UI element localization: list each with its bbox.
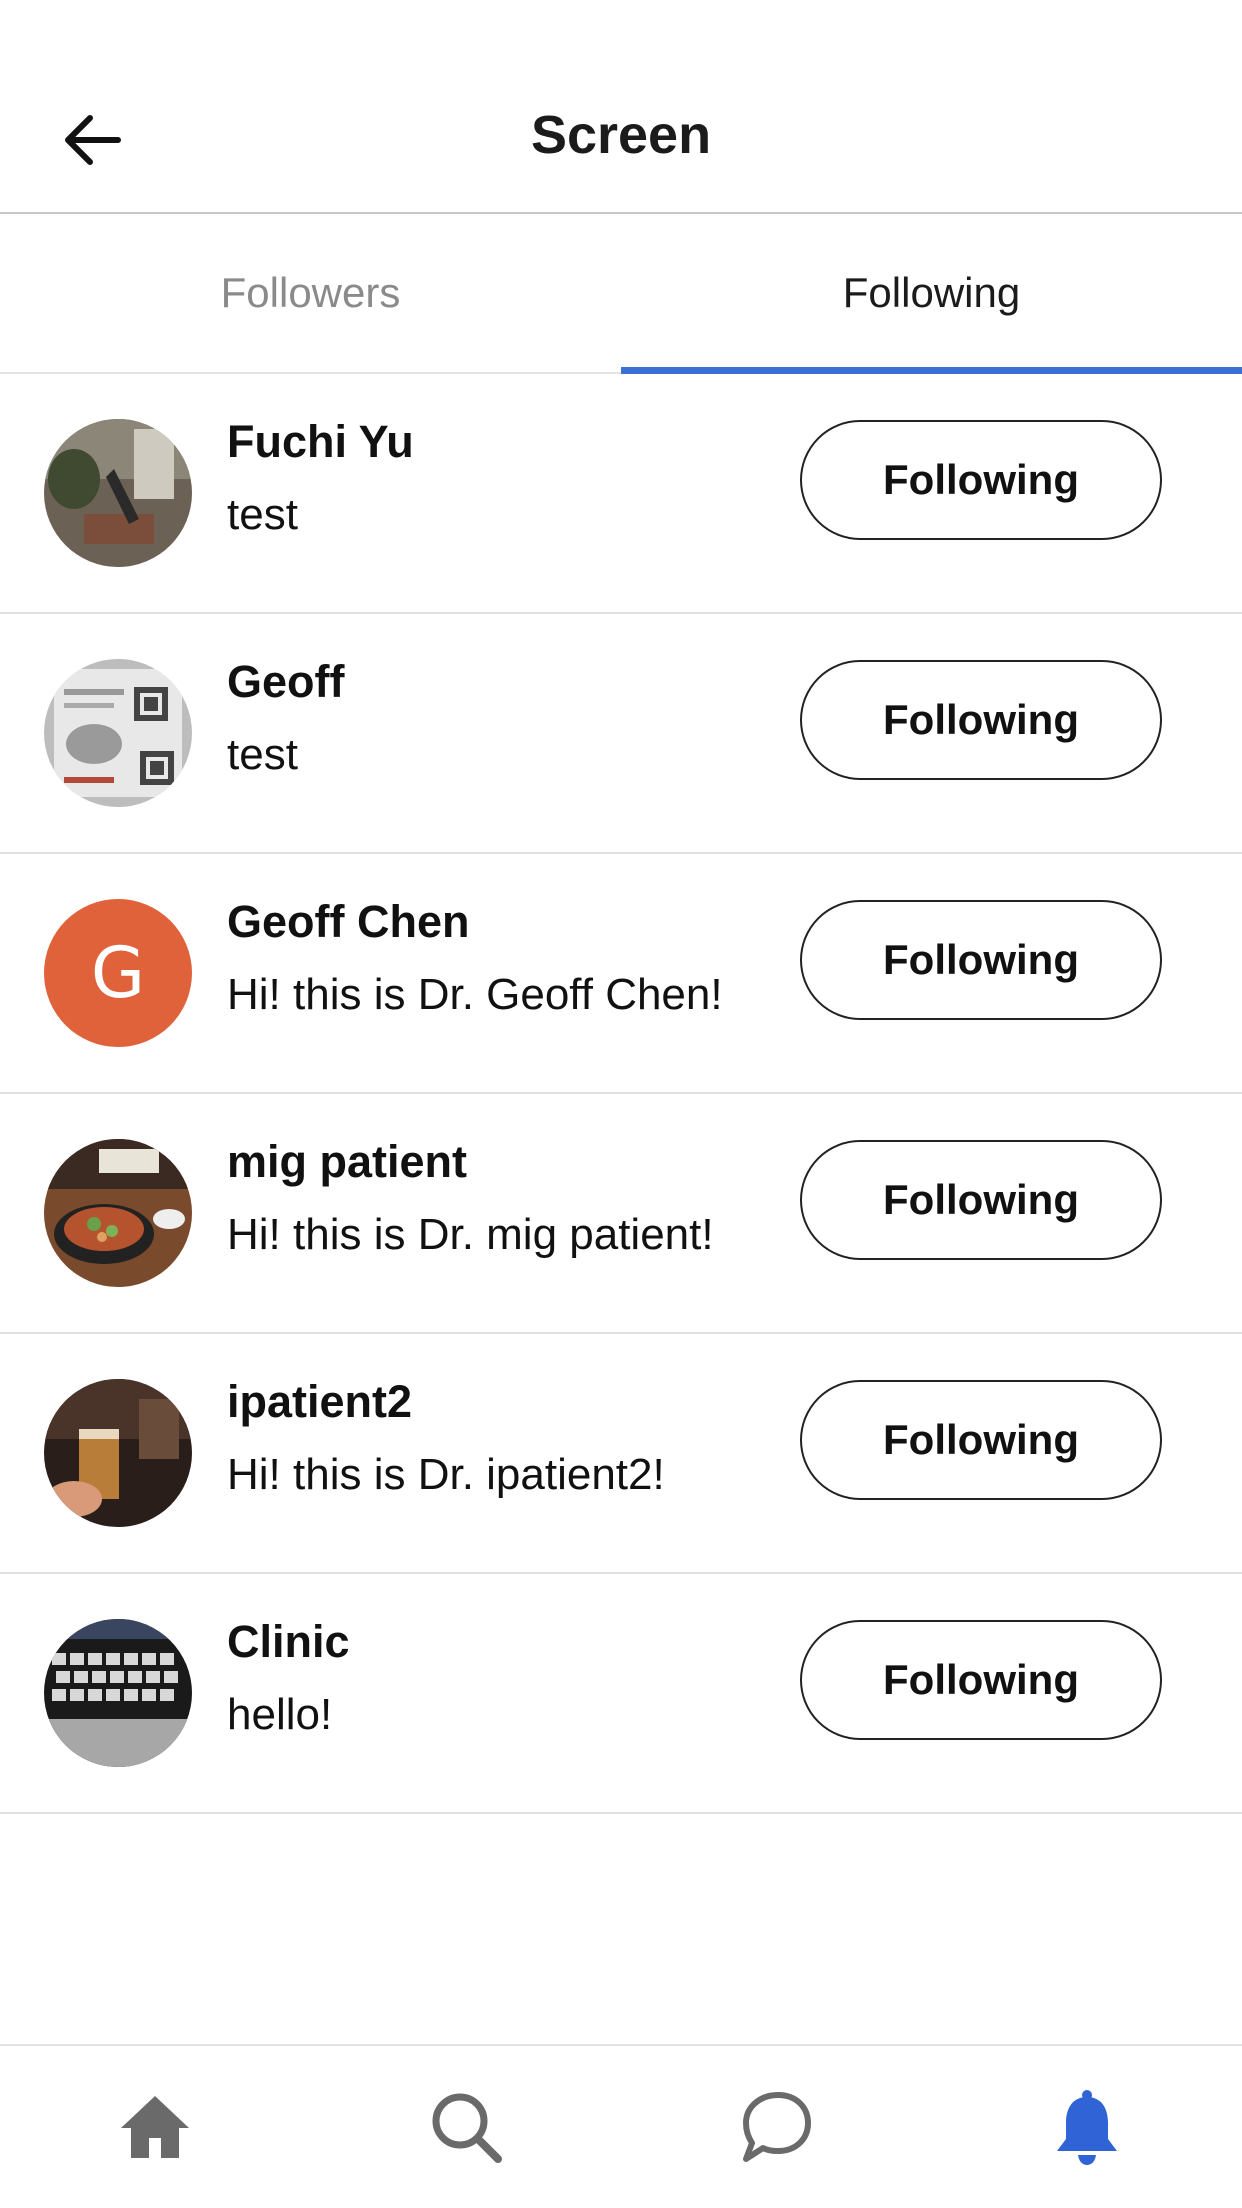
list-item[interactable]: Clinic hello! Following: [0, 1574, 1242, 1814]
user-bio: Hi! this is Dr. Geoff Chen!: [227, 970, 723, 1019]
home-icon: [121, 2096, 190, 2158]
avatar-letter: G: [44, 899, 192, 1047]
user-name: Geoff: [227, 656, 345, 707]
bell-icon: [1056, 2090, 1117, 2165]
list-item[interactable]: Geoff test Following: [0, 614, 1242, 854]
avatar[interactable]: [44, 1139, 192, 1287]
app-header: Screen: [0, 0, 1242, 214]
nav-search[interactable]: [311, 2046, 622, 2208]
user-bio: test: [227, 730, 298, 779]
chat-icon: [743, 2092, 812, 2162]
tab-followers[interactable]: Followers: [0, 214, 621, 372]
list-item[interactable]: G Geoff Chen Hi! this is Dr. Geoff Chen!…: [0, 854, 1242, 1094]
user-name: ipatient2: [227, 1376, 413, 1427]
active-tab-indicator: [621, 367, 1242, 374]
bottom-nav: [0, 2044, 1242, 2208]
following-button[interactable]: Following: [800, 1380, 1162, 1500]
following-button[interactable]: Following: [800, 660, 1162, 780]
nav-messages[interactable]: [621, 2046, 932, 2208]
page-title: Screen: [530, 105, 712, 165]
tab-following[interactable]: Following: [621, 214, 1242, 374]
avatar[interactable]: [44, 659, 192, 807]
list-item[interactable]: Fuchi Yu test Following: [0, 374, 1242, 614]
tab-bar: Followers Following: [0, 214, 1242, 374]
user-name: mig patient: [227, 1136, 468, 1187]
avatar[interactable]: [44, 419, 192, 567]
user-bio: Hi! this is Dr. mig patient!: [227, 1210, 714, 1259]
following-list: Fuchi Yu test Following Geoff test Follo…: [0, 374, 1242, 1814]
user-name: Fuchi Yu: [227, 416, 414, 467]
tab-label: Followers: [220, 269, 401, 316]
avatar[interactable]: G: [44, 899, 192, 1047]
nav-notifications[interactable]: [932, 2046, 1242, 2208]
following-button[interactable]: Following: [800, 420, 1162, 540]
avatar[interactable]: [44, 1379, 192, 1527]
user-bio: test: [227, 490, 298, 539]
list-item[interactable]: ipatient2 Hi! this is Dr. ipatient2! Fol…: [0, 1334, 1242, 1574]
user-name: Geoff Chen: [227, 896, 470, 947]
nav-home[interactable]: [0, 2046, 311, 2208]
following-button[interactable]: Following: [800, 1620, 1162, 1740]
list-item[interactable]: mig patient Hi! this is Dr. mig patient!…: [0, 1094, 1242, 1334]
search-icon: [432, 2093, 502, 2163]
avatar[interactable]: [44, 1619, 192, 1767]
tab-label: Following: [842, 269, 1021, 316]
user-name: Clinic: [227, 1616, 350, 1667]
following-button[interactable]: Following: [800, 900, 1162, 1020]
user-bio: Hi! this is Dr. ipatient2!: [227, 1450, 665, 1499]
user-bio: hello!: [227, 1690, 333, 1739]
following-button[interactable]: Following: [800, 1140, 1162, 1260]
